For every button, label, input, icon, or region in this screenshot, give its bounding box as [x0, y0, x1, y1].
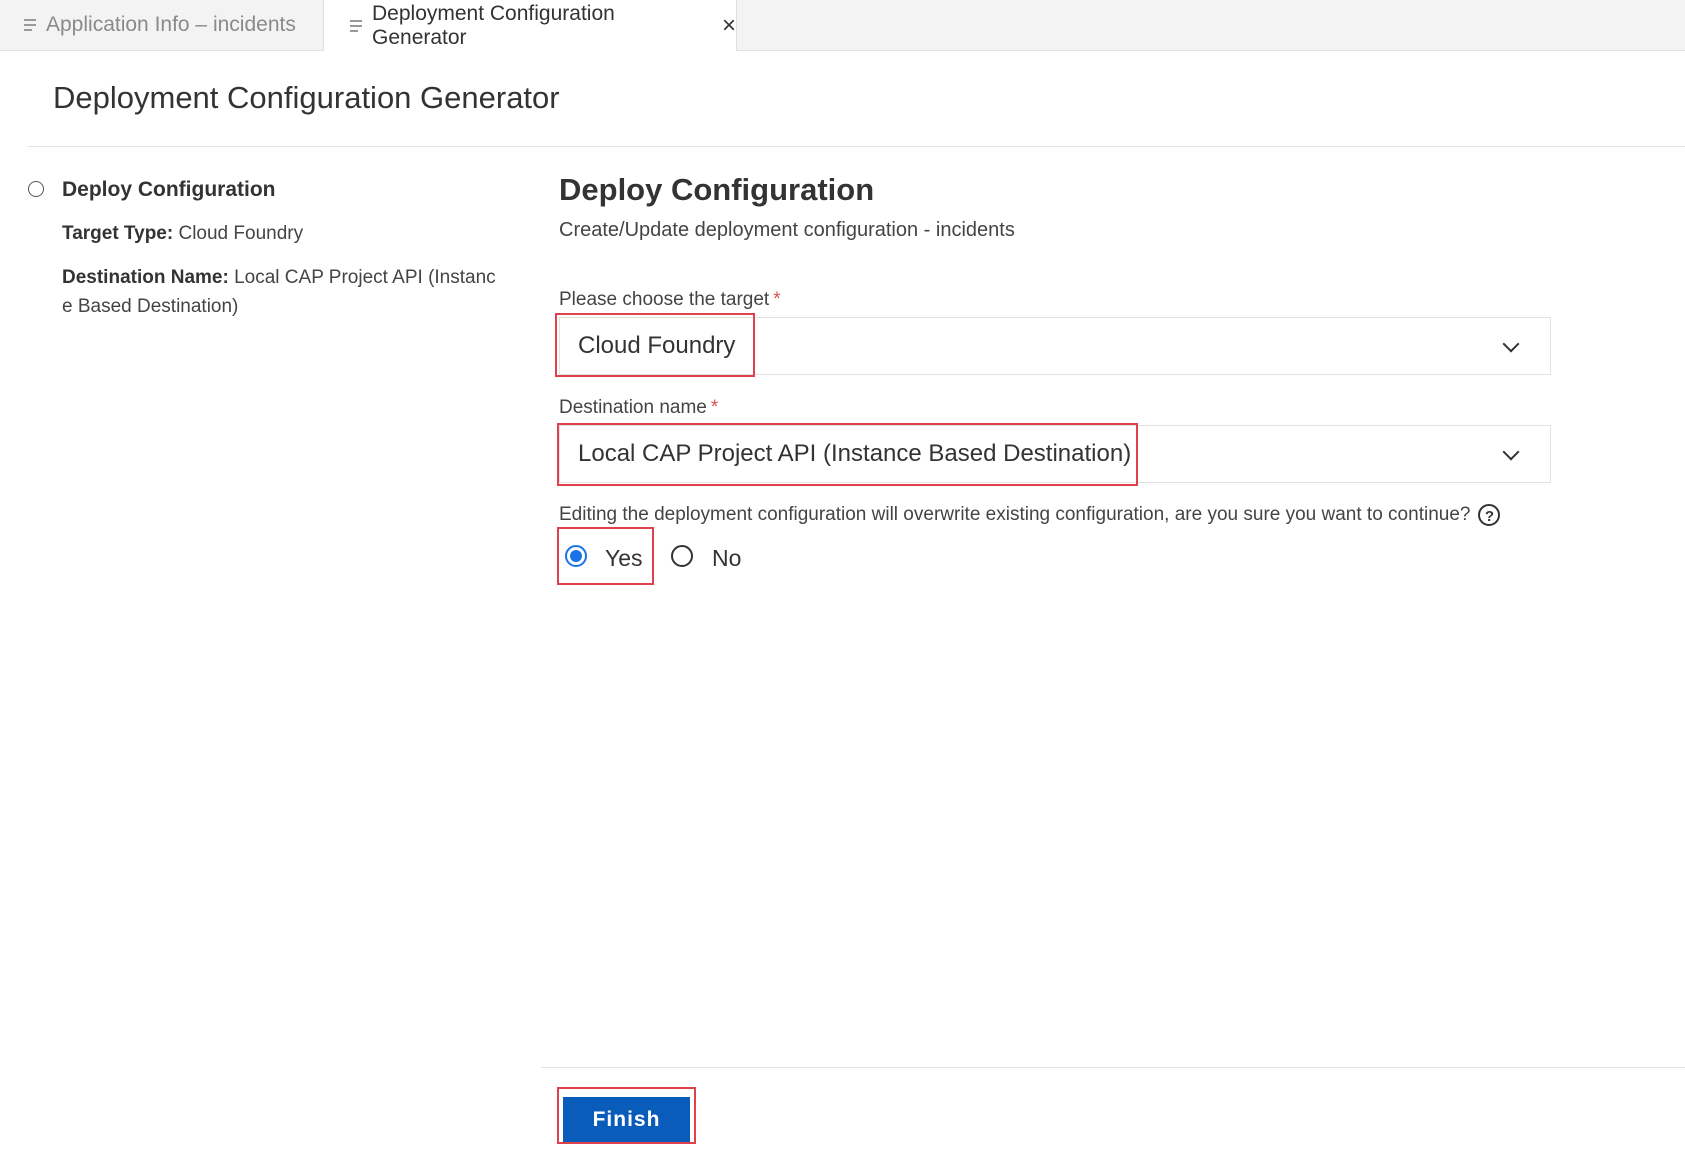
required-mark: * [710, 397, 719, 418]
tab-deployment-config-generator-label: Deployment Configuration Generator [372, 1, 615, 49]
no-radio-label[interactable]: No [712, 545, 741, 572]
form-title: Deploy Configuration [559, 172, 875, 207]
chevron-down-icon [1502, 335, 1520, 353]
step-target-type: Target Type: Cloud Foundry [62, 219, 502, 248]
document-lines-icon [24, 19, 36, 31]
target-select-value: Cloud Foundry [578, 332, 736, 359]
finish-button[interactable]: Finish [563, 1097, 690, 1143]
target-label-text: Please choose the target [559, 289, 770, 310]
target-label: Please choose the target * [559, 289, 781, 311]
destination-label: Destination name * [559, 397, 718, 419]
destination-label-text: Destination name [559, 397, 707, 418]
tab-application-info-label: Application Info – incidents [46, 13, 296, 36]
required-mark: * [773, 289, 781, 310]
target-select[interactable]: Cloud Foundry [559, 317, 1551, 375]
yes-radio-label[interactable]: Yes [605, 545, 643, 572]
page-title: Deployment Configuration Generator [53, 80, 560, 115]
yes-radio[interactable] [565, 545, 587, 567]
tab-application-info[interactable]: Application Info – incidents [0, 0, 324, 50]
chevron-down-icon [1502, 443, 1520, 461]
step-status-icon [28, 181, 44, 197]
overwrite-question-text: Editing the deployment configuration wil… [559, 504, 1471, 526]
footer-divider [541, 1067, 1685, 1068]
destination-select[interactable]: Local CAP Project API (Instance Based De… [559, 425, 1551, 483]
no-radio[interactable] [671, 545, 693, 567]
step-destination-label: Destination Name: [62, 267, 229, 288]
close-icon[interactable]: × [722, 13, 736, 38]
step-target-type-label: Target Type: [62, 223, 174, 244]
step-target-type-value: Cloud Foundry [178, 223, 304, 244]
overwrite-question: Editing the deployment configuration wil… [559, 504, 1501, 526]
document-lines-icon [350, 19, 362, 32]
form-subtitle: Create/Update deployment configuration -… [559, 219, 1015, 241]
step-title[interactable]: Deploy Configuration [62, 178, 276, 202]
title-divider [28, 146, 1685, 147]
tab-deployment-config-generator[interactable]: Deployment Configuration Generator × [324, 0, 737, 51]
destination-select-value: Local CAP Project API (Instance Based De… [578, 440, 1132, 467]
editor-tab-bar: Application Info – incidents Deployment … [0, 0, 1685, 51]
help-icon[interactable]: ? [1478, 504, 1501, 526]
step-destination-name: Destination Name: Local CAP Project API … [62, 263, 502, 321]
